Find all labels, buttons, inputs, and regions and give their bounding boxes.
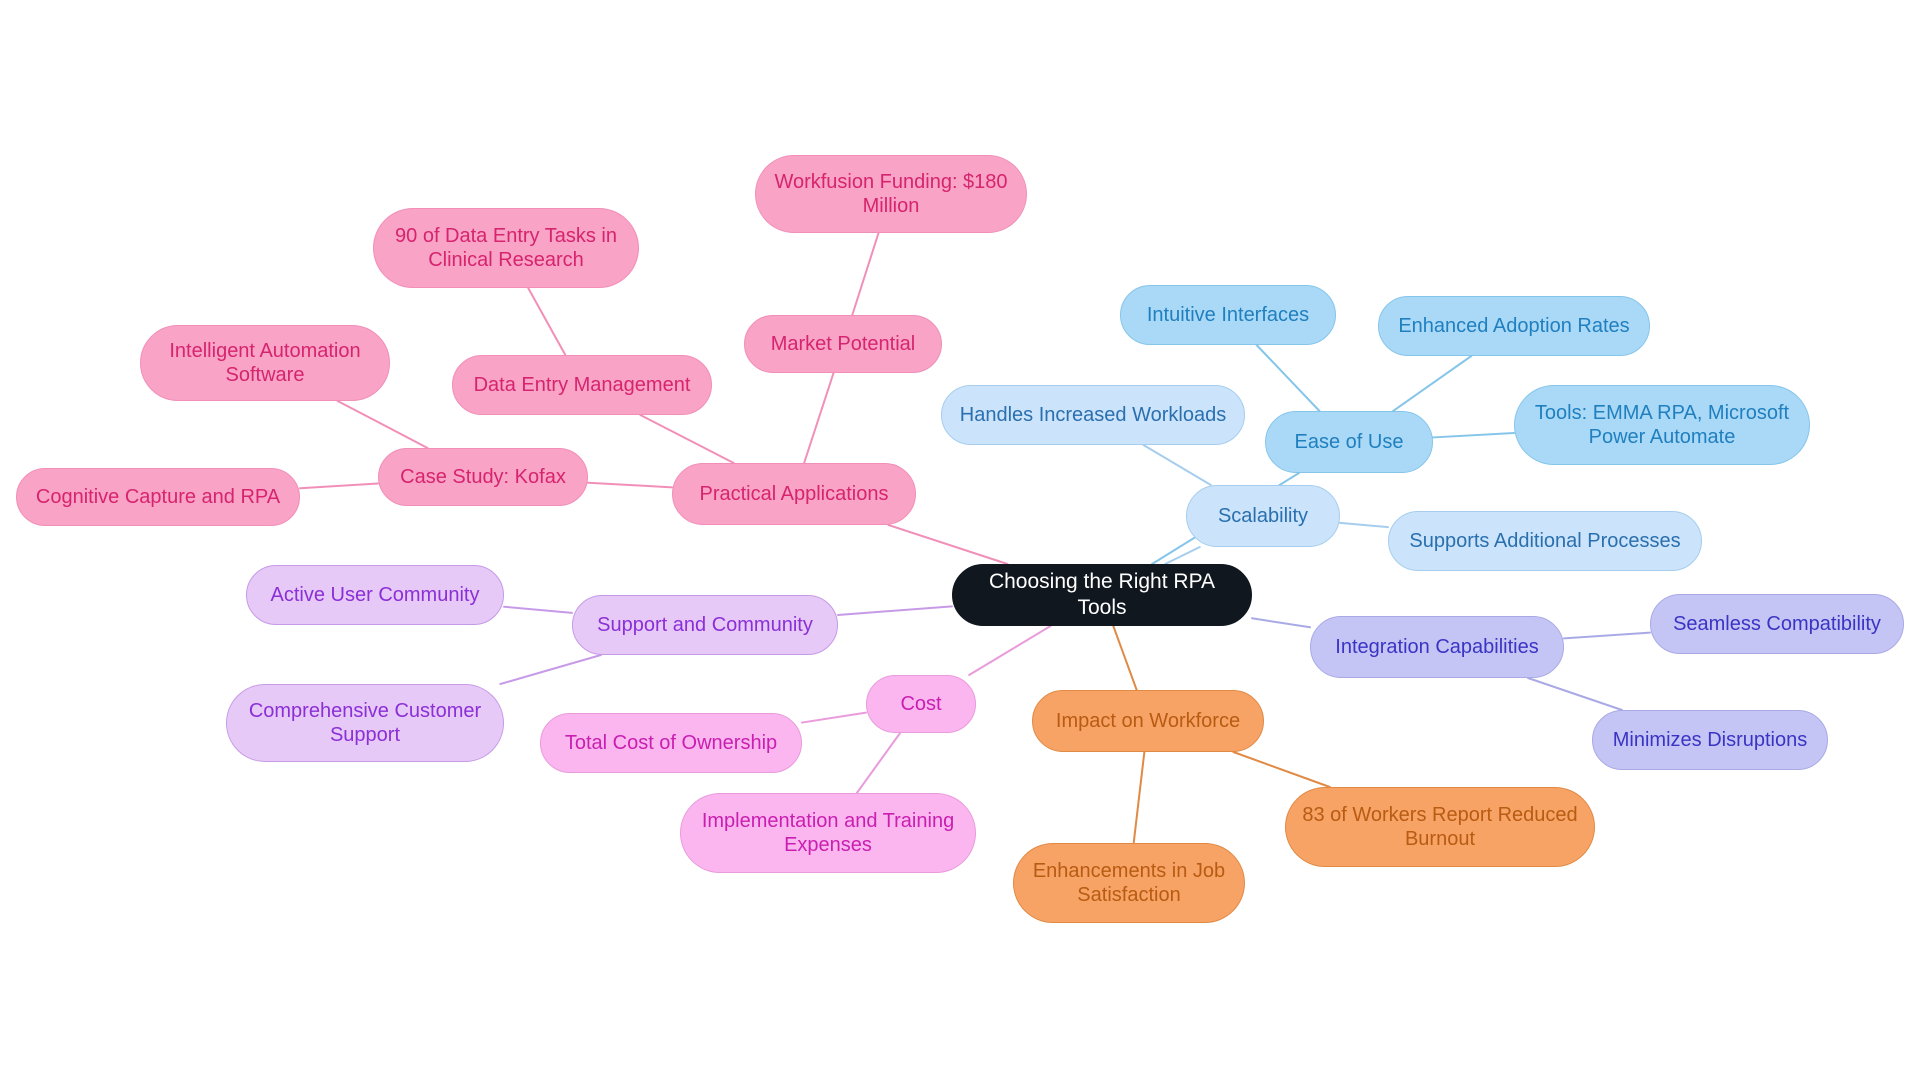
edge-practical_applications-to-case_study_kofax	[587, 481, 673, 489]
mindmap-node-impact_workforce[interactable]: Impact on Workforce	[1032, 690, 1264, 752]
mindmap-node-data_entry_tasks_90[interactable]: 90 of Data Entry Tasks in Clinical Resea…	[373, 208, 639, 288]
edge-data_entry_management-to-data_entry_tasks_90	[527, 287, 567, 356]
mindmap-node-case_study_kofax[interactable]: Case Study: Kofax	[378, 448, 588, 506]
mindmap-node-scalability[interactable]: Scalability	[1186, 485, 1340, 547]
edge-practical_applications-to-data_entry_management	[639, 414, 735, 464]
edge-case_study_kofax-to-cognitive_capture	[299, 482, 379, 490]
edge-cost-to-implementation_training	[855, 732, 902, 794]
edge-support_community-to-active_user_community	[503, 605, 573, 614]
edge-impact_workforce-to-job_satisfaction	[1132, 751, 1146, 844]
edge-root-to-practical_applications	[887, 524, 1009, 565]
edge-root-to-integration_capabilities	[1251, 617, 1311, 629]
edge-case_study_kofax-to-intelligent_automation	[336, 400, 429, 449]
mindmap-node-practical_applications[interactable]: Practical Applications	[672, 463, 916, 525]
edge-ease_of_use-to-intuitive_interfaces	[1255, 344, 1321, 412]
mindmap-root-node[interactable]: Choosing the Right RPA Tools	[952, 564, 1252, 626]
mindmap-node-data_entry_management[interactable]: Data Entry Management	[452, 355, 712, 415]
edge-root-to-support_community	[837, 605, 953, 616]
mindmap-node-intuitive_interfaces[interactable]: Intuitive Interfaces	[1120, 285, 1336, 345]
edge-practical_applications-to-market_potential	[803, 372, 835, 464]
mindmap-node-handles_workloads[interactable]: Handles Increased Workloads	[941, 385, 1245, 445]
edge-root-to-scalability	[1164, 546, 1201, 565]
mindmap-node-minimizes_disruptions[interactable]: Minimizes Disruptions	[1592, 710, 1828, 770]
edge-root-to-cost	[968, 625, 1052, 676]
mindmap-node-ease_of_use[interactable]: Ease of Use	[1265, 411, 1433, 473]
edge-scalability-to-handles_workloads	[1142, 444, 1212, 486]
mindmap-node-cognitive_capture[interactable]: Cognitive Capture and RPA	[16, 468, 300, 526]
mindmap-node-reduced_burnout_83[interactable]: 83 of Workers Report Reduced Burnout	[1285, 787, 1595, 867]
mindmap-node-active_user_community[interactable]: Active User Community	[246, 565, 504, 625]
edge-support_community-to-comprehensive_support	[499, 654, 602, 685]
mindmap-node-seamless_compatibility[interactable]: Seamless Compatibility	[1650, 594, 1904, 654]
mindmap-node-intelligent_automation[interactable]: Intelligent Automation Software	[140, 325, 390, 401]
mindmap-node-integration_capabilities[interactable]: Integration Capabilities	[1310, 616, 1564, 678]
mindmap-node-enhanced_adoption[interactable]: Enhanced Adoption Rates	[1378, 296, 1650, 356]
edge-root-to-impact_workforce	[1112, 625, 1138, 691]
edge-scalability-to-supports_processes	[1339, 521, 1389, 529]
edge-integration_capabilities-to-seamless_compatibility	[1563, 631, 1651, 640]
mindmap-node-tools_emma_rpa[interactable]: Tools: EMMA RPA, Microsoft Power Automat…	[1514, 385, 1810, 465]
edge-integration_capabilities-to-minimizes_disruptions	[1527, 677, 1623, 711]
edge-ease_of_use-to-enhanced_adoption	[1392, 355, 1473, 412]
mindmap-node-total_cost_ownership[interactable]: Total Cost of Ownership	[540, 713, 802, 773]
edge-impact_workforce-to-reduced_burnout_83	[1232, 751, 1331, 788]
mindmap-node-support_community[interactable]: Support and Community	[572, 595, 838, 655]
mindmap-node-comprehensive_support[interactable]: Comprehensive Customer Support	[226, 684, 504, 762]
mindmap-node-cost[interactable]: Cost	[866, 675, 976, 733]
mindmap-node-job_satisfaction[interactable]: Enhancements in Job Satisfaction	[1013, 843, 1245, 923]
edge-ease_of_use-to-tools_emma_rpa	[1432, 432, 1515, 439]
mindmap-node-market_potential[interactable]: Market Potential	[744, 315, 942, 373]
edge-market_potential-to-workfusion_funding	[851, 232, 880, 316]
edge-cost-to-total_cost_ownership	[801, 711, 867, 724]
mindmap-canvas: Choosing the Right RPA Tools Practical Ap…	[0, 0, 1920, 1083]
mindmap-node-workfusion_funding[interactable]: Workfusion Funding: $180 Million	[755, 155, 1027, 233]
mindmap-node-supports_processes[interactable]: Supports Additional Processes	[1388, 511, 1702, 571]
mindmap-node-implementation_training[interactable]: Implementation and Training Expenses	[680, 793, 976, 873]
